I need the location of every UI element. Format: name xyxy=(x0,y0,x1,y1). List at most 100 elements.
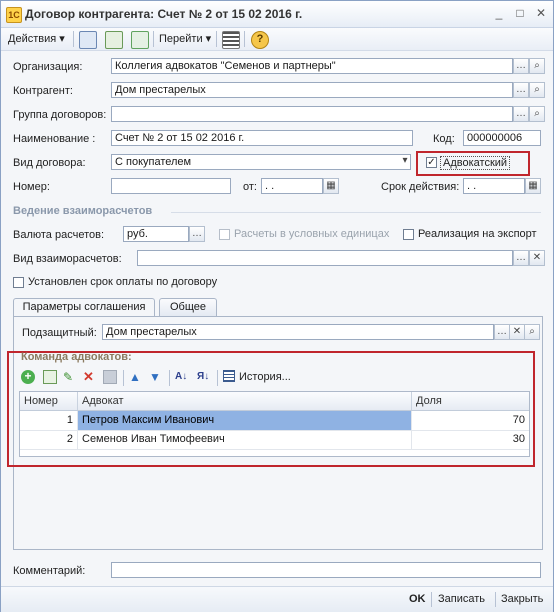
toolbar-separator xyxy=(153,31,154,47)
lawyers-team-title: Команда адвокатов: xyxy=(21,351,132,363)
column-header-share[interactable]: Доля xyxy=(412,392,529,410)
tabs-bar: Параметры соглашения Общее xyxy=(13,298,541,317)
toolbar-separator xyxy=(217,370,218,386)
structure-icon[interactable] xyxy=(222,31,240,49)
column-header-number[interactable]: Номер xyxy=(20,392,78,410)
currency-select-button[interactable]: … xyxy=(189,226,205,242)
term-label: Срок действия: xyxy=(381,181,460,193)
settlement-type-field[interactable] xyxy=(137,250,513,266)
add-icon[interactable]: + xyxy=(21,370,35,384)
org-search-icon[interactable]: ⌕ xyxy=(529,58,545,74)
payment-term-label: Установлен срок оплаты по договору xyxy=(28,276,218,288)
table-row[interactable]: 1 Петров Максим Иванович 70 xyxy=(20,411,529,431)
conditional-units-checkbox[interactable] xyxy=(219,229,230,240)
advocate-label: Адвокатский xyxy=(440,156,511,170)
title-bar: 1C Договор контрагента: Счет № 2 от 15 0… xyxy=(1,1,553,28)
currency-label: Валюта расчетов: xyxy=(13,229,104,241)
type-label: Вид договора: xyxy=(13,157,86,169)
actions-menu-label: Действия xyxy=(8,33,57,45)
from-calendar-icon[interactable]: ▦ xyxy=(323,178,339,194)
close-icon[interactable]: ✕ xyxy=(533,6,549,22)
help-icon[interactable]: ? xyxy=(251,31,269,49)
currency-field[interactable]: руб. xyxy=(123,226,189,242)
button-separator xyxy=(431,592,432,607)
copy-row-icon[interactable] xyxy=(43,370,57,384)
close-button[interactable]: Закрыть xyxy=(501,593,543,605)
settlement-type-select-button[interactable]: … xyxy=(513,250,529,266)
ok-button[interactable]: OK xyxy=(409,593,426,605)
type-field[interactable]: С покупателем xyxy=(111,154,411,170)
number-field[interactable] xyxy=(111,178,231,194)
row-number: 1 xyxy=(20,411,78,430)
settlement-type-label: Вид взаиморасчетов: xyxy=(13,253,122,265)
term-date-field[interactable]: . . xyxy=(463,178,525,194)
bottom-bar: OK Записать Закрыть xyxy=(1,586,553,612)
move-up-icon[interactable]: ▲ xyxy=(129,369,143,385)
button-separator xyxy=(495,592,496,607)
from-date-field[interactable]: . . xyxy=(261,178,323,194)
org-select-button[interactable]: … xyxy=(513,58,529,74)
settlement-type-clear-icon[interactable]: ✕ xyxy=(529,250,545,266)
contractor-select-button[interactable]: … xyxy=(513,82,529,98)
name-field[interactable]: Счет № 2 от 15 02 2016 г. xyxy=(111,130,413,146)
export-label: Реализация на экспорт xyxy=(418,228,537,240)
end-edit-icon[interactable] xyxy=(103,370,117,384)
advocate-checkbox[interactable]: ✓ xyxy=(426,157,437,168)
number-label: Номер: xyxy=(13,181,50,193)
chevron-down-icon: ▾ xyxy=(59,33,65,45)
sort-asc-icon[interactable]: A↓ xyxy=(175,369,191,385)
client-select-button[interactable]: … xyxy=(494,324,510,340)
column-header-lawyer[interactable]: Адвокат xyxy=(78,392,412,410)
contractor-search-icon[interactable]: ⌕ xyxy=(529,82,545,98)
tab-agreement-params[interactable]: Параметры соглашения xyxy=(13,298,155,317)
history-icon[interactable] xyxy=(223,370,235,382)
minimize-icon[interactable]: _ xyxy=(491,6,507,22)
client-field[interactable]: Дом престарелых xyxy=(102,324,494,340)
tab-panel: Подзащитный: Дом престарелых … ✕ ⌕ Коман… xyxy=(7,316,543,550)
edit-icon[interactable]: ✎ xyxy=(63,370,77,384)
move-down-icon[interactable]: ▼ xyxy=(149,369,163,385)
group-select-button[interactable]: … xyxy=(513,106,529,122)
goto-menu[interactable]: Перейти ▾ xyxy=(159,32,211,45)
toolbar-separator xyxy=(244,31,245,47)
conditional-units-label: Расчеты в условных единицах xyxy=(234,228,390,240)
term-calendar-icon[interactable]: ▦ xyxy=(525,178,541,194)
client-clear-icon[interactable]: ✕ xyxy=(509,324,525,340)
export-checkbox[interactable] xyxy=(403,229,414,240)
lawyers-table-header: Номер Адвокат Доля xyxy=(20,392,529,411)
history-button[interactable]: История... xyxy=(239,371,291,383)
goto-menu-label: Перейти xyxy=(159,33,203,45)
payment-term-checkbox[interactable] xyxy=(13,277,24,288)
refresh-icon[interactable] xyxy=(105,31,123,49)
table-row[interactable]: 2 Семенов Иван Тимофеевич 30 xyxy=(20,430,529,450)
maximize-icon[interactable]: □ xyxy=(512,6,528,22)
toolbar-separator xyxy=(216,31,217,47)
settlements-section-title: Ведение взаиморасчетов xyxy=(13,205,153,217)
toolbar: Действия ▾ Перейти ▾ ? xyxy=(1,28,553,51)
save-button[interactable]: Записать xyxy=(438,593,485,605)
save-and-close-icon[interactable] xyxy=(79,31,97,49)
actions-menu[interactable]: Действия ▾ xyxy=(8,32,65,45)
row-lawyer: Петров Максим Иванович xyxy=(78,411,412,430)
window-title: Договор контрагента: Счет № 2 от 15 02 2… xyxy=(25,7,303,21)
org-field[interactable]: Коллегия адвокатов "Семенов и партнеры" xyxy=(111,58,513,74)
code-label: Код: xyxy=(433,133,455,145)
group-field[interactable] xyxy=(111,106,513,122)
copy-icon[interactable] xyxy=(131,31,149,49)
delete-icon[interactable]: ✕ xyxy=(83,370,97,384)
comment-field[interactable] xyxy=(111,562,541,578)
toolbar-separator xyxy=(73,31,74,47)
chevron-down-icon: ▾ xyxy=(205,33,212,45)
contract-window: 1C Договор контрагента: Счет № 2 от 15 0… xyxy=(0,0,554,612)
sort-desc-icon[interactable]: Я↓ xyxy=(197,369,213,385)
group-search-icon[interactable]: ⌕ xyxy=(529,106,545,122)
comment-label: Комментарий: xyxy=(13,565,86,577)
org-label: Организация: xyxy=(13,61,83,73)
type-dropdown-icon[interactable]: ▾ xyxy=(397,154,413,170)
code-field[interactable]: 000000006 xyxy=(463,130,541,146)
toolbar-separator xyxy=(123,370,124,386)
name-label: Наименование : xyxy=(13,133,96,145)
contractor-field[interactable]: Дом престарелых xyxy=(111,82,513,98)
client-search-icon[interactable]: ⌕ xyxy=(524,324,540,340)
tab-general[interactable]: Общее xyxy=(159,298,217,316)
